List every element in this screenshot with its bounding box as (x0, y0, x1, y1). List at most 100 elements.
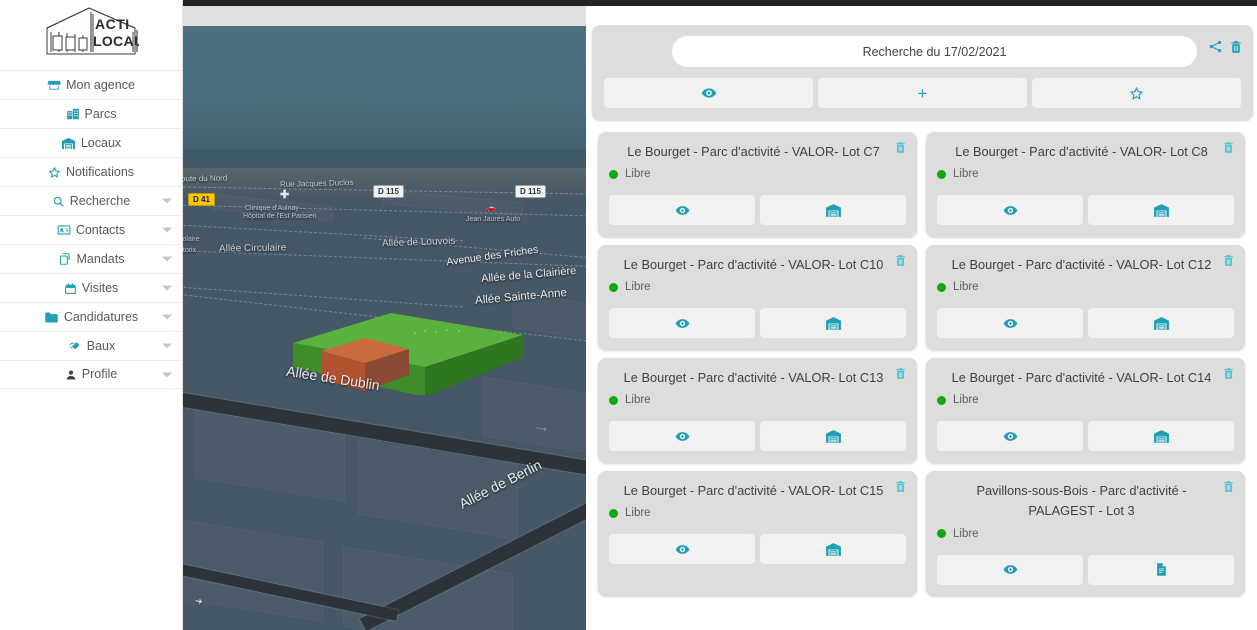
trash-icon[interactable] (1222, 141, 1235, 154)
result-local-button[interactable] (760, 534, 906, 565)
result-local-button[interactable] (1088, 308, 1234, 339)
map-shield-d41: D 41 (188, 193, 215, 206)
trash-icon[interactable] (894, 367, 907, 380)
sidebar-item-label: Mandats (76, 251, 125, 266)
result-card-status: Libre (609, 168, 906, 180)
result-card-actions (609, 421, 906, 452)
chevron-down-icon[interactable] (162, 285, 172, 291)
eye-icon (675, 203, 690, 218)
search-title-input[interactable] (672, 36, 1197, 67)
sidebar-item-locaux[interactable]: Locaux (0, 128, 182, 157)
result-card-status: Libre (937, 281, 1234, 293)
trash-icon[interactable] (1222, 367, 1235, 380)
buildings-icon (66, 107, 80, 121)
warehouse-icon (61, 136, 76, 151)
result-local-button[interactable] (760, 195, 906, 226)
sidebar-item-mon-agence[interactable]: Mon agence (0, 70, 182, 99)
chevron-down-icon[interactable] (162, 198, 172, 204)
result-card-title: Le Bourget - Parc d'activité - VALOR- Lo… (627, 144, 880, 159)
result-card-title: Le Bourget - Parc d'activité - VALOR- Lo… (623, 483, 884, 498)
result-document-button[interactable] (1088, 554, 1234, 585)
sidebar-item-recherche[interactable]: Recherche (0, 186, 182, 215)
chevron-down-icon[interactable] (162, 314, 172, 320)
result-card-status: Libre (609, 507, 906, 519)
result-card[interactable]: Le Bourget - Parc d'activité - VALOR- Lo… (598, 471, 917, 596)
sidebar-item-parcs[interactable]: Parcs (0, 99, 182, 128)
map-top-band (183, 6, 586, 26)
search-view-button[interactable] (604, 78, 813, 108)
sidebar-item-label: Baux (86, 338, 116, 353)
search-add-button[interactable]: + (818, 78, 1027, 108)
result-card[interactable]: Pavillons-sous-Bois - Parc d'activité - … (926, 471, 1245, 596)
status-dot-icon (609, 282, 618, 292)
chevron-down-icon[interactable] (162, 343, 172, 349)
app-root: ACTI LOCAUX Mon agence Parcs (0, 0, 1257, 630)
map-3d-building[interactable] (273, 305, 533, 395)
result-view-button[interactable] (937, 421, 1083, 452)
result-card[interactable]: Le Bourget - Parc d'activité - VALOR- Lo… (926, 245, 1245, 350)
sidebar-item-contacts[interactable]: Contacts (0, 215, 182, 244)
result-card-status: Libre (609, 281, 906, 293)
eye-icon (701, 85, 717, 101)
status-badge: Libre (625, 281, 651, 294)
warehouse-icon (825, 541, 842, 558)
warehouse-icon (1153, 202, 1170, 219)
result-card[interactable]: Le Bourget - Parc d'activité - VALOR- Lo… (598, 132, 917, 237)
map-3d-view[interactable]: ➜ ⟶ ✚ 🚗 oute du Nord Rue Jacques Duclos … (183, 0, 586, 630)
sidebar-item-notifications[interactable]: Notifications (0, 157, 182, 186)
trash-icon[interactable] (894, 141, 907, 154)
trash-icon[interactable] (894, 254, 907, 267)
acti-locaux-logo-icon: ACTI LOCAUX (46, 7, 139, 55)
sidebar-item-label: Visites (81, 280, 119, 295)
sidebar-item-visites[interactable]: Visites (0, 273, 182, 302)
copy-icon (58, 252, 72, 266)
result-view-button[interactable] (937, 308, 1083, 339)
result-card[interactable]: Le Bourget - Parc d'activité - VALOR- Lo… (598, 358, 917, 463)
calendar-icon (64, 282, 77, 295)
status-badge: Libre (953, 168, 979, 181)
svg-text:ACTI: ACTI (95, 16, 130, 32)
result-card[interactable]: Le Bourget - Parc d'activité - VALOR- Lo… (926, 358, 1245, 463)
chevron-down-icon[interactable] (162, 256, 172, 262)
trash-icon[interactable] (1229, 40, 1243, 54)
trash-icon[interactable] (1222, 254, 1235, 267)
result-local-button[interactable] (1088, 421, 1234, 452)
result-view-button[interactable] (609, 195, 755, 226)
result-local-button[interactable] (760, 421, 906, 452)
sidebar-item-profile[interactable]: Profile (0, 360, 182, 389)
result-view-button[interactable] (937, 195, 1083, 226)
result-card-actions (937, 421, 1234, 452)
result-card[interactable]: Le Bourget - Parc d'activité - VALOR- Lo… (926, 132, 1245, 237)
sidebar-item-label: Notifications (65, 164, 135, 179)
result-card-actions (609, 195, 906, 226)
result-card-status: Libre (937, 528, 1234, 540)
warehouse-icon (825, 428, 842, 445)
sidebar-item-mandats[interactable]: Mandats (0, 244, 182, 273)
app-logo[interactable]: ACTI LOCAUX (0, 0, 182, 62)
share-icon[interactable] (1208, 39, 1223, 54)
status-badge: Libre (953, 281, 979, 294)
result-local-button[interactable] (760, 308, 906, 339)
result-view-button[interactable] (609, 421, 755, 452)
result-view-button[interactable] (609, 534, 755, 565)
eye-icon (1003, 429, 1018, 444)
sidebar-item-baux[interactable]: Baux (0, 331, 182, 360)
sidebar-item-candidatures[interactable]: Candidatures (0, 302, 182, 331)
result-view-button[interactable] (609, 308, 755, 339)
search-header-card: + (592, 25, 1253, 120)
map-road-arrow-icon: ⟶ (534, 423, 548, 434)
trash-icon[interactable] (894, 480, 907, 493)
chevron-down-icon[interactable] (162, 372, 172, 377)
sidebar-item-label: Profile (81, 367, 118, 382)
chevron-down-icon[interactable] (162, 227, 172, 233)
result-local-button[interactable] (1088, 195, 1234, 226)
trash-icon[interactable] (1222, 480, 1235, 493)
result-card-title: Le Bourget - Parc d'activité - VALOR- Lo… (951, 370, 1212, 385)
result-card-actions (609, 534, 906, 565)
result-view-button[interactable] (937, 554, 1083, 585)
search-header-actions (1208, 39, 1243, 54)
search-favorite-button[interactable] (1032, 78, 1241, 108)
result-card[interactable]: Le Bourget - Parc d'activité - VALOR- Lo… (598, 245, 917, 350)
status-dot-icon (937, 169, 946, 179)
result-card-actions (609, 308, 906, 339)
